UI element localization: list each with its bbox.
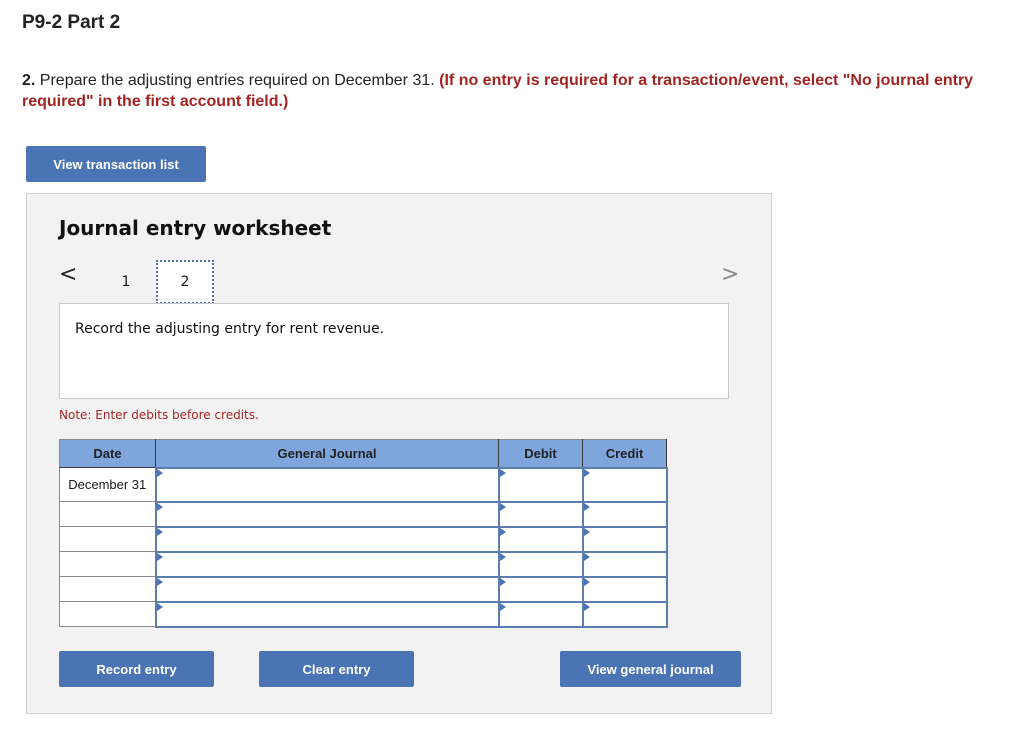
clear-entry-button[interactable]: Clear entry bbox=[259, 651, 414, 687]
header-general-journal: General Journal bbox=[155, 439, 499, 468]
header-debit: Debit bbox=[498, 439, 583, 468]
record-entry-button[interactable]: Record entry bbox=[59, 651, 214, 687]
journal-table: Date General Journal Debit Credit Decemb… bbox=[59, 439, 668, 628]
chevron-left-icon[interactable]: < bbox=[59, 262, 77, 287]
view-general-journal-button[interactable]: View general journal bbox=[560, 651, 741, 687]
credit-input[interactable] bbox=[581, 600, 668, 628]
table-row: December 31 bbox=[59, 466, 668, 503]
instruction-text: Prepare the adjusting entries required o… bbox=[35, 72, 440, 89]
debit-input[interactable] bbox=[497, 575, 584, 603]
debit-credit-note: Note: Enter debits before credits. bbox=[59, 408, 259, 422]
debit-input[interactable] bbox=[497, 600, 584, 628]
table-row bbox=[59, 550, 668, 578]
table-row bbox=[59, 600, 668, 628]
instruction-number: 2. bbox=[22, 72, 36, 89]
date-cell bbox=[59, 526, 156, 552]
debit-input[interactable] bbox=[497, 550, 584, 578]
account-input[interactable] bbox=[154, 466, 500, 503]
header-credit: Credit bbox=[582, 439, 667, 468]
account-input[interactable] bbox=[154, 525, 500, 553]
credit-input[interactable] bbox=[581, 550, 668, 578]
date-cell bbox=[59, 501, 156, 527]
chevron-right-icon[interactable]: > bbox=[721, 262, 739, 287]
credit-input[interactable] bbox=[581, 575, 668, 603]
entry-description: Record the adjusting entry for rent reve… bbox=[75, 321, 385, 337]
entry-description-box: Record the adjusting entry for rent reve… bbox=[59, 303, 729, 399]
page-title: P9-2 Part 2 bbox=[22, 12, 121, 33]
tab-2[interactable]: 2 bbox=[156, 260, 214, 304]
table-header-row: Date General Journal Debit Credit bbox=[59, 439, 667, 468]
credit-input[interactable] bbox=[581, 500, 668, 528]
tab-1[interactable]: 1 bbox=[97, 260, 155, 304]
date-cell: December 31 bbox=[59, 467, 156, 502]
credit-input[interactable] bbox=[581, 466, 668, 503]
credit-input[interactable] bbox=[581, 525, 668, 553]
date-cell bbox=[59, 601, 156, 627]
journal-entry-worksheet: Journal entry worksheet < 1 2 > Record t… bbox=[26, 193, 772, 714]
account-input[interactable] bbox=[154, 575, 500, 603]
debit-input[interactable] bbox=[497, 466, 584, 503]
account-input[interactable] bbox=[154, 600, 500, 628]
account-input[interactable] bbox=[154, 500, 500, 528]
debit-input[interactable] bbox=[497, 525, 584, 553]
table-row bbox=[59, 500, 668, 528]
view-transaction-list-button[interactable]: View transaction list bbox=[26, 146, 206, 182]
date-cell bbox=[59, 551, 156, 577]
table-row bbox=[59, 575, 668, 603]
debit-input[interactable] bbox=[497, 500, 584, 528]
header-date: Date bbox=[59, 439, 156, 468]
account-input[interactable] bbox=[154, 550, 500, 578]
worksheet-title: Journal entry worksheet bbox=[59, 216, 332, 240]
table-row bbox=[59, 525, 668, 553]
instructions: 2. Prepare the adjusting entries require… bbox=[22, 70, 1012, 112]
date-cell bbox=[59, 576, 156, 602]
